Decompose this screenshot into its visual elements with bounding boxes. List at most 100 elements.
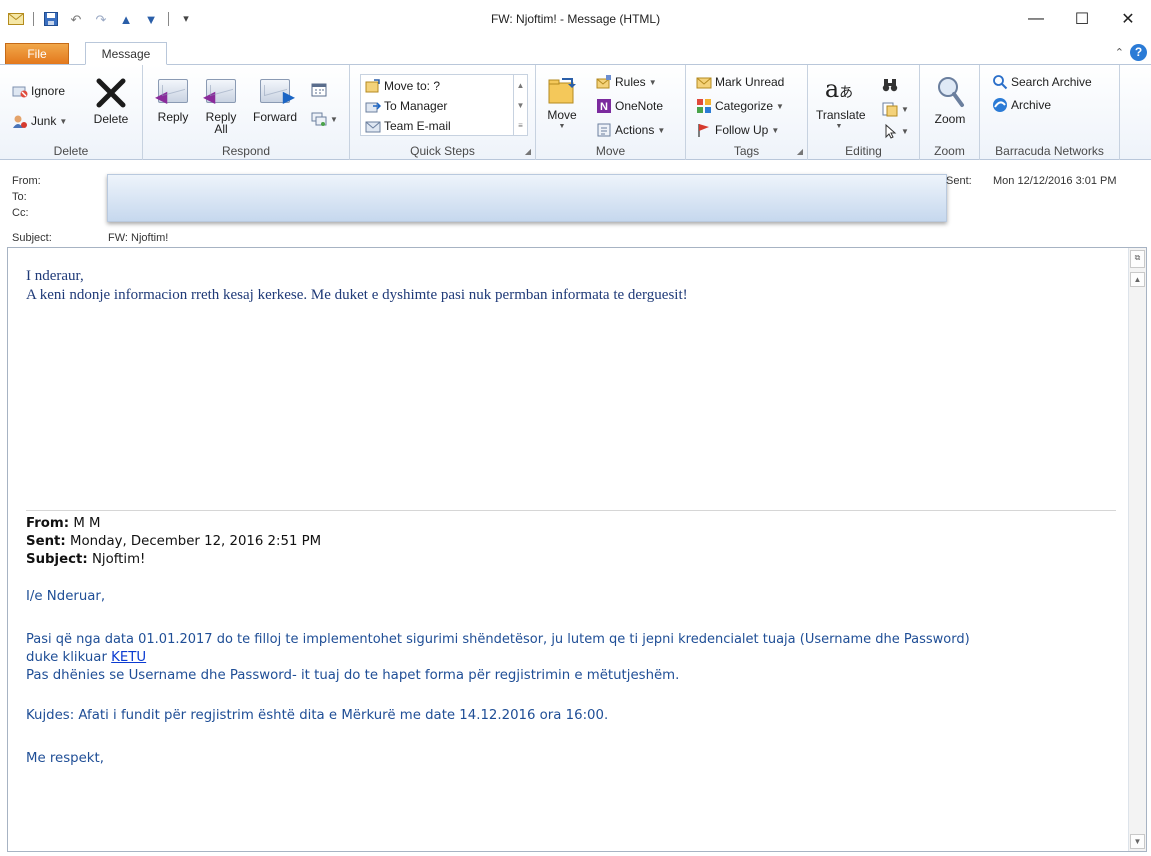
forward-button[interactable]: ▶ Forward <box>249 79 301 123</box>
translate-label: Translate <box>816 108 866 122</box>
svg-text:N: N <box>600 101 608 113</box>
scroll-up-icon[interactable]: ▲ <box>517 81 525 90</box>
sent-value: Mon 12/12/2016 3:01 PM <box>993 175 1117 187</box>
phishing-link[interactable]: KETU <box>111 650 146 665</box>
respond-group-label: Respond <box>221 144 271 158</box>
more-respond-dropdown-icon: ▼ <box>330 114 338 124</box>
categorize-button[interactable]: Categorize ▼ <box>696 98 784 114</box>
window-title: FW: Njoftim! - Message (HTML) <box>490 12 661 26</box>
related-dropdown-icon: ▼ <box>901 104 909 114</box>
message-body[interactable]: I nderaur, A keni ndonje informacion rre… <box>7 247 1147 852</box>
original-sent-value: Monday, December 12, 2016 2:51 PM <box>69 534 322 549</box>
move-group-label: Move <box>595 144 626 158</box>
move-dropdown-icon: ▼ <box>558 123 566 130</box>
title-bar: ↶ ↷ ▲ ▼ ▾ FW: Njoftim! - Message (HTML) … <box>0 0 1151 38</box>
help-icon[interactable]: ? <box>1130 44 1147 61</box>
minimize-button[interactable]: — <box>1013 0 1059 38</box>
ribbon: Ignore Junk ▼ Delete Delete ◀ Reply ◀ Re… <box>0 64 1151 160</box>
tab-message[interactable]: Message <box>85 42 167 65</box>
follow-up-dropdown-icon: ▼ <box>771 125 780 135</box>
zoom-label: Zoom <box>934 112 966 126</box>
tab-file[interactable]: File <box>5 43 69 64</box>
scroll-down-icon[interactable]: ▼ <box>517 101 525 110</box>
quick-steps-launcher-icon[interactable]: ◢ <box>525 147 531 156</box>
collapse-ribbon-icon[interactable]: ⌃ <box>1115 46 1124 59</box>
select-dropdown-icon: ▼ <box>901 126 909 136</box>
select-button[interactable]: ▼ <box>882 123 909 139</box>
meeting-reply-button[interactable] <box>311 81 327 97</box>
actions-button[interactable]: Actions ▼ <box>596 122 665 138</box>
search-archive-button[interactable]: Search Archive <box>992 74 1092 90</box>
cursor-icon <box>882 123 898 139</box>
actions-dropdown-icon: ▼ <box>657 125 666 135</box>
scroll-up-button[interactable]: ▲ <box>1130 272 1145 287</box>
reply-label: Reply <box>157 110 189 124</box>
quick-step-team-email[interactable]: Team E-mail <box>365 118 451 134</box>
quick-step-move-to-label: Move to: ? <box>384 79 441 93</box>
maximize-button[interactable]: ☐ <box>1059 0 1105 38</box>
body-scrollbar[interactable]: ⧉ ▲ ▼ <box>1128 248 1146 851</box>
quick-step-move-to[interactable]: Move to: ? <box>365 78 440 94</box>
more-respond-button[interactable]: ▼ <box>311 111 338 127</box>
related-button[interactable]: ▼ <box>882 101 909 117</box>
close-button[interactable]: ✕ <box>1105 0 1151 38</box>
original-subject-line: Subject: Njoftim! <box>26 552 145 567</box>
binoculars-icon <box>882 77 898 93</box>
delete-button[interactable]: Delete <box>90 77 132 125</box>
reply-button[interactable]: ◀ Reply <box>155 79 191 123</box>
reply-all-label-line2: All <box>214 122 228 136</box>
original-salutation: I/e Nderuar, <box>26 589 106 604</box>
archive-icon <box>992 97 1008 113</box>
find-button[interactable] <box>882 77 898 93</box>
message-header: From: To: Cc: Subject: Sent: Mon 12/12/2… <box>0 161 1151 247</box>
editing-group-label: Editing <box>845 144 882 158</box>
translate-button[interactable]: aあ Translate ▼ <box>816 73 866 133</box>
junk-dropdown-icon: ▼ <box>59 116 68 126</box>
categorize-icon <box>696 98 712 114</box>
zoom-button[interactable]: Zoom <box>930 75 970 125</box>
follow-up-button[interactable]: Follow Up ▼ <box>696 122 779 138</box>
archive-button[interactable]: Archive <box>992 97 1051 113</box>
onenote-icon: N <box>596 98 612 114</box>
mark-unread-button[interactable]: Mark Unread <box>696 74 784 90</box>
respond-group: ◀ Reply ◀ Reply All ▶ Forward ▼ Respond <box>143 65 350 160</box>
tags-launcher-icon[interactable]: ◢ <box>797 147 803 156</box>
quick-steps-scroll[interactable]: ▲ ▼ ≡ <box>513 75 527 135</box>
search-icon <box>992 74 1008 90</box>
scroll-down-button[interactable]: ▼ <box>1130 834 1145 849</box>
related-icon <box>882 101 898 117</box>
junk-button[interactable]: Junk ▼ <box>12 113 67 129</box>
original-closing: Me respekt, <box>26 751 104 766</box>
forward-label: Forward <box>252 110 297 124</box>
quick-steps-gallery: Move to: ? To Manager Team E-mail ▲ ▼ ≡ <box>360 74 528 136</box>
quick-step-to-manager[interactable]: To Manager <box>365 98 447 114</box>
original-from-label: From: <box>26 516 70 531</box>
mark-unread-label: Mark Unread <box>715 75 785 89</box>
onenote-button[interactable]: N OneNote <box>596 98 663 114</box>
barracuda-group-label: Barracuda Networks <box>995 144 1104 158</box>
move-group: Move ▼ Rules ▼ N OneNote Actions ▼ Move <box>536 65 686 160</box>
expand-gallery-icon[interactable]: ≡ <box>518 121 523 130</box>
original-paragraph-3: Kujdes: Afati i fundit për regjistrim ës… <box>26 708 609 723</box>
ribbon-tab-bar: File Message ⌃ ? <box>0 38 1151 65</box>
actions-icon <box>596 122 612 138</box>
translate-icon: aあ <box>824 75 854 103</box>
zoom-group-label: Zoom <box>934 144 965 158</box>
more-respond-icon <box>311 111 327 127</box>
page-icon[interactable]: ⧉ <box>1130 250 1145 268</box>
original-paragraph-1-line-2: duke klikuar KETU <box>26 650 146 665</box>
actions-label: Actions <box>615 123 655 137</box>
archive-label: Archive <box>1011 98 1052 112</box>
move-button[interactable]: Move ▼ <box>544 75 580 133</box>
original-from-line: From: M M <box>26 516 101 531</box>
delete-icon <box>95 77 127 109</box>
ignore-button[interactable]: Ignore <box>12 83 65 99</box>
junk-label: Junk <box>31 114 57 128</box>
reply-all-button[interactable]: ◀ Reply All <box>201 79 241 135</box>
original-message-separator <box>26 510 1116 511</box>
rules-button[interactable]: Rules ▼ <box>596 74 657 90</box>
body-message: A keni ndonje informacion rreth kesaj ke… <box>26 287 688 303</box>
original-sent-label: Sent: <box>26 534 66 549</box>
meeting-icon <box>311 81 327 97</box>
to-label: To: <box>12 191 27 203</box>
